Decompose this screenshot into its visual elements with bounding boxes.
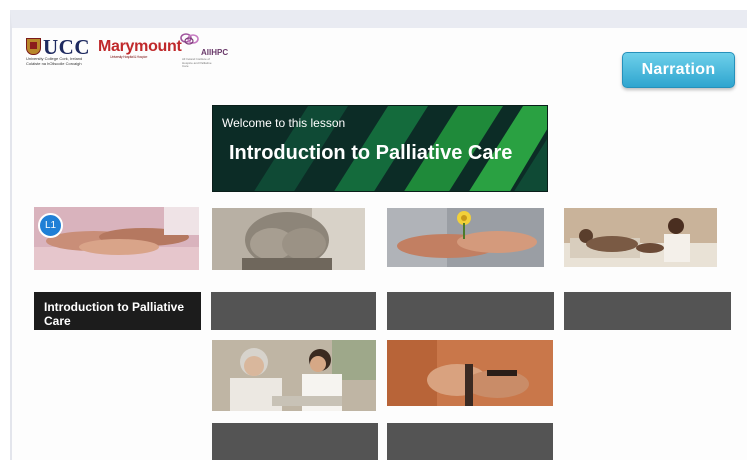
marymount-logo-text: Marymount (98, 38, 182, 55)
lesson-4-label[interactable] (564, 292, 731, 330)
lesson-1-badge: L1 (38, 213, 63, 238)
lesson-banner: Welcome to this lesson Introduction to P… (212, 105, 548, 192)
lesson-3-image[interactable] (387, 208, 544, 267)
ucc-logo-subtitle: University College Cork, Ireland Coláist… (26, 56, 83, 66)
lesson-2-image[interactable] (212, 208, 365, 270)
elderly-hands-face-photo-icon (212, 208, 365, 270)
banner-welcome-text: Welcome to this lesson (222, 116, 346, 130)
aiihpc-logo: AIIHPC All Ireland Institute of Hospice … (180, 32, 232, 68)
marymount-logo-subtitle: University Hospital & Hospice (110, 55, 148, 59)
marymount-logo: Marymount University Hospital & Hospice (98, 38, 182, 59)
ucc-logo: UCC University College Cork, Ireland Col… (26, 35, 92, 66)
nurse-elderly-woman-photo-icon (212, 340, 376, 411)
lesson-5-label[interactable] (212, 423, 378, 460)
lesson-2-label[interactable] (211, 292, 376, 330)
lesson-6-image[interactable] (387, 340, 553, 406)
ucc-crest-icon (26, 38, 41, 55)
nurse-patient-bed-photo-icon (564, 208, 717, 267)
lesson-6-label[interactable] (387, 423, 553, 460)
banner-title: Introduction to Palliative Care (229, 142, 513, 164)
lesson-1-label[interactable]: Introduction to Palliative Care (34, 292, 201, 330)
narration-button[interactable]: Narration (622, 52, 735, 88)
aiihpc-swirl-icon (180, 33, 199, 45)
lesson-5-image[interactable] (212, 340, 376, 411)
aiihpc-logo-subtitle: All Ireland Institute of Hospice and Pal… (182, 57, 212, 68)
hands-flower-photo-icon (387, 208, 544, 267)
lesson-4-image[interactable] (564, 208, 717, 267)
elderly-hands-cane-photo-icon (387, 340, 553, 406)
aiihpc-logo-text: AIIHPC (201, 48, 229, 57)
lesson-3-label[interactable] (387, 292, 554, 330)
